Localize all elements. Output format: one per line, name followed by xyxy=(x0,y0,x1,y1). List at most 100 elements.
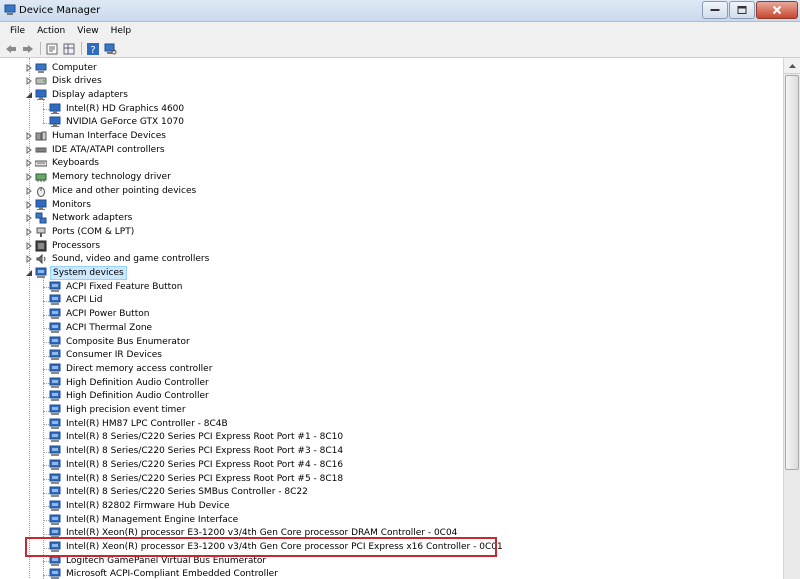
sound-icon xyxy=(36,254,46,265)
system-icon xyxy=(49,349,61,361)
device-tree[interactable]: Computer Disk drives Display adapters Intel… xyxy=(0,58,783,579)
tree-item-intel-r-82802-firmware-hub-device[interactable]: Intel(R) 82802 Firmware Hub Device xyxy=(39,499,232,512)
tree-item-high-precision-event-timer[interactable]: High precision event timer xyxy=(39,404,188,417)
system-icon xyxy=(49,431,61,443)
collapse-arrow-icon[interactable] xyxy=(25,91,33,99)
tree-item-label: Sound, video and game controllers xyxy=(52,254,210,265)
system-icon xyxy=(49,377,61,388)
tree-item-label: Keyboards xyxy=(52,158,99,169)
expand-arrow-icon[interactable] xyxy=(25,173,33,182)
tree-item-intel-r-8-series-c220-series-pci-express-root-port-4-8c16[interactable]: Intel(R) 8 Series/C220 Series PCI Expres… xyxy=(39,458,345,471)
tree-item-intel-r-xeon-r-processor-e3-1200-v3-4th-gen-core-processor-dram-controller-0c04[interactable]: Intel(R) Xeon(R) processor E3-1200 v3/4t… xyxy=(39,527,459,540)
properties-icon[interactable] xyxy=(45,42,59,56)
tree-item-acpi-thermal-zone[interactable]: ACPI Thermal Zone xyxy=(39,321,154,334)
expand-arrow-icon[interactable] xyxy=(25,132,33,140)
expand-arrow-icon[interactable] xyxy=(25,77,33,86)
vertical-scrollbar[interactable] xyxy=(783,58,800,579)
forward-icon[interactable] xyxy=(21,42,35,56)
tree-item-label: Intel(R) 8 Series/C220 Series PCI Expres… xyxy=(66,446,344,457)
expand-arrow-icon[interactable] xyxy=(25,200,33,209)
tree-item-keyboards[interactable]: Keyboards xyxy=(25,157,101,170)
tree-item-sound-video-and-game-controllers[interactable]: Sound, video and game controllers xyxy=(25,253,211,266)
tree-item-intel-r-8-series-c220-series-pci-express-root-port-3-8c14[interactable]: Intel(R) 8 Series/C220 Series PCI Expres… xyxy=(39,445,345,458)
scan-icon[interactable] xyxy=(103,42,117,56)
expand-arrow-icon[interactable] xyxy=(25,145,33,154)
tree-item-ports-com-lpt[interactable]: Ports (COM & LPT) xyxy=(25,225,136,238)
tree-item-acpi-lid[interactable]: ACPI Lid xyxy=(39,294,104,307)
close-button[interactable] xyxy=(756,1,798,19)
expand-arrow-icon[interactable] xyxy=(25,214,33,223)
tree-item-processors[interactable]: Processors xyxy=(25,239,102,252)
system-icon xyxy=(49,486,61,498)
tree-item-intel-r-8-series-c220-series-pci-express-root-port-5-8c18[interactable]: Intel(R) 8 Series/C220 Series PCI Expres… xyxy=(39,472,345,485)
tree-item-direct-memory-access-controller[interactable]: Direct memory access controller xyxy=(39,362,214,375)
toolbar-separator xyxy=(81,42,82,55)
system-icon xyxy=(35,267,47,278)
tree-item-human-interface-devices[interactable]: Human Interface Devices xyxy=(25,130,168,143)
tree-item-display-adapters[interactable]: Display adapters xyxy=(25,88,130,101)
maximize-button[interactable] xyxy=(729,1,755,19)
help-icon[interactable]: ? xyxy=(86,42,100,56)
tree-item-acpi-fixed-feature-button[interactable]: ACPI Fixed Feature Button xyxy=(39,280,184,293)
tree-spacer xyxy=(39,420,47,428)
monitor-icon xyxy=(49,116,61,128)
tree-item-intel-r-hm87-lpc-controller-8c4b[interactable]: Intel(R) HM87 LPC Controller - 8C4B xyxy=(39,417,230,430)
expand-arrow-icon[interactable] xyxy=(25,227,33,236)
scroll-up-button[interactable] xyxy=(784,58,800,74)
system-icon xyxy=(49,500,61,511)
minimize-button[interactable] xyxy=(702,1,728,19)
tree-item-intel-r-xeon-r-processor-e3-1200-v3-4th-gen-core-processor-pci-express-x16-controller-0c01[interactable]: Intel(R) Xeon(R) processor E3-1200 v3/4t… xyxy=(39,541,505,554)
tree-item-intel-r-8-series-c220-series-pci-express-root-port-1-8c10[interactable]: Intel(R) 8 Series/C220 Series PCI Expres… xyxy=(39,431,345,444)
tree-item-system-devices[interactable]: System devices xyxy=(25,266,127,280)
tree-item-consumer-ir-devices[interactable]: Consumer IR Devices xyxy=(39,349,164,362)
tree-item-microsoft-acpi-compliant-embedded-controller[interactable]: Microsoft ACPI-Compliant Embedded Contro… xyxy=(39,568,280,579)
tree-item-composite-bus-enumerator[interactable]: Composite Bus Enumerator xyxy=(39,335,192,348)
tree-spacer xyxy=(39,296,47,304)
tree-item-label: IDE ATA/ATAPI controllers xyxy=(52,144,165,155)
maximize-icon xyxy=(737,6,747,14)
tree-spacer xyxy=(39,557,47,565)
back-icon[interactable] xyxy=(4,42,18,56)
tree-item-nvidia-geforce-gtx-1070[interactable]: NVIDIA GeForce GTX 1070 xyxy=(39,116,186,129)
monitor-icon xyxy=(49,103,61,114)
system-icon xyxy=(49,445,61,457)
menu-file[interactable]: File xyxy=(4,26,31,36)
expand-arrow-icon[interactable] xyxy=(25,186,33,195)
tree-item-network-adapters[interactable]: Network adapters xyxy=(25,212,134,225)
tree-item-disk-drives[interactable]: Disk drives xyxy=(25,75,104,88)
tree-item-intel-r-hd-graphics-4600[interactable]: Intel(R) HD Graphics 4600 xyxy=(39,102,186,115)
system-icon xyxy=(49,473,61,484)
collapse-arrow-icon[interactable] xyxy=(25,269,33,277)
system-icon xyxy=(49,514,61,525)
tree-spacer xyxy=(39,502,47,510)
tree-spacer xyxy=(39,310,47,318)
tree-spacer xyxy=(39,365,47,373)
tree-spacer xyxy=(39,447,47,455)
expand-arrow-icon[interactable] xyxy=(25,255,33,264)
menu-help[interactable]: Help xyxy=(105,26,138,36)
tree-item-ide-ata-atapi-controllers[interactable]: IDE ATA/ATAPI controllers xyxy=(25,143,167,156)
tree-item-high-definition-audio-controller[interactable]: High Definition Audio Controller xyxy=(39,390,211,403)
tree-item-high-definition-audio-controller[interactable]: High Definition Audio Controller xyxy=(39,376,211,389)
expand-arrow-icon[interactable] xyxy=(25,241,33,250)
minimize-icon xyxy=(710,9,720,11)
tree-item-monitors[interactable]: Monitors xyxy=(25,198,93,211)
tree-item-label: Intel(R) Management Engine Interface xyxy=(66,514,239,525)
scroll-thumb[interactable] xyxy=(785,75,799,470)
tree-spacer xyxy=(39,324,47,332)
tree-item-intel-r-management-engine-interface[interactable]: Intel(R) Management Engine Interface xyxy=(39,513,240,526)
tree-item-logitech-gamepanel-virtual-bus-enumerator[interactable]: Logitech GamePanel Virtual Bus Enumerato… xyxy=(39,554,268,567)
tree-item-memory-technology-driver[interactable]: Memory technology driver xyxy=(25,171,173,184)
tree-item-computer[interactable]: Computer xyxy=(25,61,99,74)
expand-arrow-icon[interactable] xyxy=(25,63,33,72)
grid-icon[interactable] xyxy=(62,42,76,56)
menu-view[interactable]: View xyxy=(71,26,104,36)
svg-text:?: ? xyxy=(90,45,95,56)
monitor-icon xyxy=(35,89,47,100)
expand-arrow-icon[interactable] xyxy=(25,159,33,168)
system-icon xyxy=(49,294,61,306)
tree-item-intel-r-8-series-c220-series-smbus-controller-8c22[interactable]: Intel(R) 8 Series/C220 Series SMBus Cont… xyxy=(39,486,310,499)
tree-item-mice-and-other-pointing-devices[interactable]: Mice and other pointing devices xyxy=(25,184,198,197)
menu-action[interactable]: Action xyxy=(31,26,71,36)
tree-item-acpi-power-button[interactable]: ACPI Power Button xyxy=(39,308,151,321)
